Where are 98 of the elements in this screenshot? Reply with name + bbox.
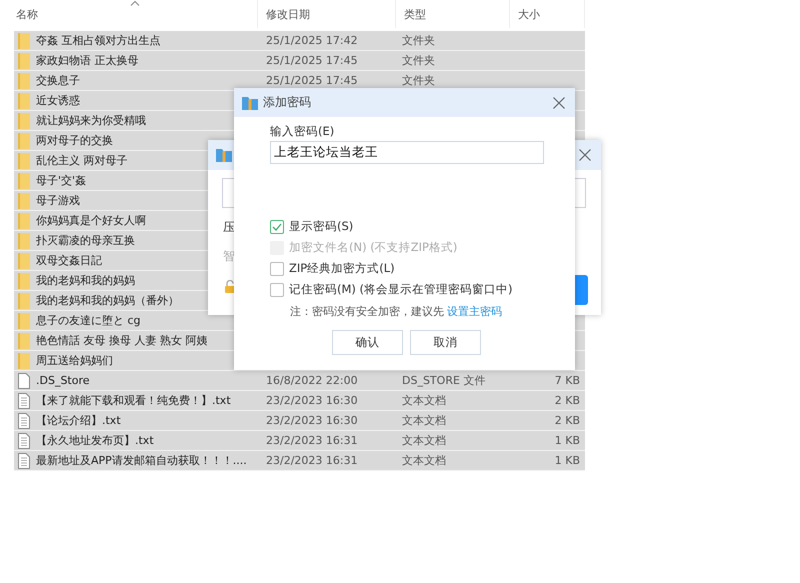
- hint-text: 智: [223, 248, 235, 265]
- modified-date: 23/2/2023 16:30: [266, 394, 358, 407]
- file-type: 文件夹: [402, 33, 435, 48]
- folder-icon: [18, 52, 30, 68]
- file-name: 近女诱惑: [36, 93, 80, 108]
- modified-date: 25/1/2025 17:45: [266, 74, 358, 87]
- file-name: 两对母子的交换: [36, 133, 113, 148]
- field-label: 压: [223, 219, 235, 236]
- note-text: 注：密码没有安全加密，建议先: [290, 304, 444, 319]
- file-name: 最新地址及APP请发邮箱自动获取！！！....: [36, 453, 247, 468]
- file-name: 扑灭霸凌的母亲互换: [36, 233, 135, 248]
- modified-date: 25/1/2025 17:42: [266, 34, 358, 47]
- file-name: 艳色情話 友母 換母 人妻 熟女 阿姨: [36, 333, 208, 348]
- file-name: 就让妈妈来为你受精哦: [36, 113, 146, 128]
- folder-icon: [18, 272, 30, 288]
- archive-folder-icon: [242, 96, 258, 110]
- dialog-button[interactable]: 取消: [410, 330, 481, 355]
- file-name: 母子'交'姦: [36, 173, 86, 188]
- modified-date: 25/1/2025 17:45: [266, 54, 358, 67]
- file-name: 交换息子: [36, 73, 80, 88]
- file-icon: [18, 372, 30, 388]
- file-row[interactable]: 夺姦 互相占领对方出生点 25/1/2025 17:42 文件夹: [14, 31, 585, 51]
- file-row[interactable]: 【永久地址发布页】.txt 23/2/2023 16:31 文本文档 1 KB: [14, 431, 585, 451]
- folder-icon: [18, 72, 30, 88]
- set-master-password-link[interactable]: 设置主密码: [447, 304, 502, 319]
- column-header[interactable]: 类型: [404, 6, 426, 22]
- modified-date: 23/2/2023 16:30: [266, 414, 358, 427]
- file-name: 【永久地址发布页】.txt: [36, 433, 154, 448]
- text-file-icon: [18, 392, 30, 408]
- close-icon[interactable]: [553, 97, 565, 109]
- close-icon[interactable]: [579, 149, 591, 161]
- folder-icon: [18, 252, 30, 268]
- file-size: 2 KB: [554, 394, 580, 407]
- field-label: 输入密码(E): [270, 124, 336, 139]
- file-row[interactable]: 【来了就能下载和观看！纯免费！】.txt 23/2/2023 16:30 文本文档 2 KB: [14, 391, 585, 411]
- option-label: 记住密码(M) (将会显示在管理密码窗口中): [289, 282, 513, 297]
- file-type: 文本文档: [402, 413, 446, 428]
- file-name: 我的老妈和我的妈妈: [36, 273, 135, 288]
- modified-date: 16/8/2022 22:00: [266, 374, 358, 387]
- folder-icon: [18, 212, 30, 228]
- file-name: 【论坛介绍】.txt: [36, 413, 121, 428]
- folder-icon: [18, 312, 30, 328]
- folder-icon: [18, 232, 30, 248]
- dialog-title: 添加密码: [263, 94, 311, 111]
- folder-icon: [18, 112, 30, 128]
- folder-icon: [18, 152, 30, 168]
- file-row[interactable]: 交换息子 25/1/2025 17:45 文件夹: [14, 71, 585, 91]
- column-header[interactable]: 名称: [16, 6, 38, 22]
- file-name: 家政妇物语 正太换母: [36, 53, 138, 68]
- file-name: 乱伦主义 两对母子: [36, 153, 128, 168]
- file-type: 文本文档: [402, 453, 446, 468]
- file-name: 息子の友達に堕と cg: [36, 313, 141, 328]
- archive-folder-icon: [216, 148, 232, 162]
- file-type: 文本文档: [402, 433, 446, 448]
- option-label: 显示密码(S): [289, 219, 354, 234]
- file-name: 【来了就能下载和观看！纯免费！】.txt: [36, 393, 231, 408]
- folder-icon: [18, 192, 30, 208]
- file-type: 文件夹: [402, 53, 435, 68]
- lock-icon: [225, 280, 235, 293]
- column-header[interactable]: 大小: [518, 6, 540, 22]
- file-row[interactable]: 【论坛介绍】.txt 23/2/2023 16:30 文本文档 2 KB: [14, 411, 585, 431]
- column-header[interactable]: 修改日期: [266, 6, 310, 22]
- file-size: 1 KB: [554, 434, 580, 447]
- file-row[interactable]: 最新地址及APP请发邮箱自动获取！！！.... 23/2/2023 16:31 文本文档 1 KB: [14, 451, 585, 471]
- dialog-button[interactable]: 确认: [332, 330, 403, 355]
- checkbox[interactable]: [270, 282, 284, 296]
- text-file-icon: [18, 452, 30, 468]
- text-file-icon: [18, 412, 30, 428]
- folder-icon: [18, 32, 30, 48]
- modified-date: 23/2/2023 16:31: [266, 454, 358, 467]
- file-name: 我的老妈和我的妈妈（番外）: [36, 293, 179, 308]
- checkbox[interactable]: [270, 220, 284, 234]
- file-name: 双母交姦日記: [36, 253, 102, 268]
- folder-icon: [18, 292, 30, 308]
- folder-icon: [18, 92, 30, 108]
- file-name: .DS_Store: [36, 374, 90, 387]
- password-field[interactable]: 上老王论坛当老王: [270, 141, 544, 164]
- file-name: 周五送给妈妈们: [36, 353, 113, 368]
- file-type: DS_STORE 文件: [402, 373, 486, 388]
- file-size: 2 KB: [554, 414, 580, 427]
- checkbox[interactable]: [270, 262, 284, 276]
- file-name: 母子游戏: [36, 193, 80, 208]
- file-row[interactable]: 家政妇物语 正太换母 25/1/2025 17:45 文件夹: [14, 51, 585, 71]
- file-size: 1 KB: [554, 454, 580, 467]
- text-file-icon: [18, 432, 30, 448]
- option-label: 加密文件名(N) (不支持ZIP格式): [289, 240, 458, 255]
- file-name: 你妈妈真是个好女人啊: [36, 213, 146, 228]
- folder-icon: [18, 172, 30, 188]
- modified-date: 23/2/2023 16:31: [266, 434, 358, 447]
- folder-icon: [18, 332, 30, 348]
- file-type: 文件夹: [402, 73, 435, 88]
- folder-icon: [18, 132, 30, 148]
- option-label: ZIP经典加密方式(L): [289, 261, 395, 276]
- file-size: 7 KB: [554, 374, 580, 387]
- file-row[interactable]: .DS_Store 16/8/2022 22:00 DS_STORE 文件 7 KB: [14, 371, 585, 391]
- file-type: 文本文档: [402, 393, 446, 408]
- folder-icon: [18, 352, 30, 368]
- file-name: 夺姦 互相占领对方出生点: [36, 33, 160, 48]
